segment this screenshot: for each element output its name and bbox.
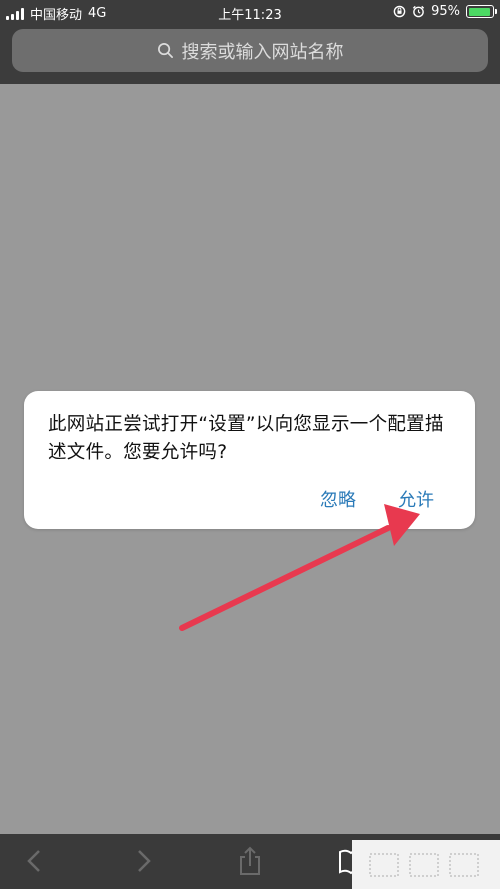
rotation-lock-icon bbox=[393, 5, 406, 18]
allow-button[interactable]: 允许 bbox=[398, 486, 434, 512]
watermark-mark bbox=[369, 852, 479, 877]
forward-icon[interactable] bbox=[128, 846, 158, 876]
battery-fill bbox=[468, 7, 491, 16]
ignore-button[interactable]: 忽略 bbox=[320, 486, 356, 512]
watermark-logo bbox=[352, 840, 500, 889]
search-icon bbox=[157, 43, 173, 58]
status-right: 95% bbox=[393, 4, 497, 19]
back-icon[interactable] bbox=[20, 846, 50, 876]
alert-message: 此网站正尝试打开“设置”以向您显示一个配置描述文件。您要允许吗? bbox=[48, 414, 444, 463]
top-chrome: 中国移动 4G 上午11:23 95% 搜索或输入网站名称 bbox=[0, 0, 500, 84]
battery-percent: 95% bbox=[431, 4, 460, 19]
share-icon[interactable] bbox=[235, 846, 265, 876]
search-input[interactable]: 搜索或输入网站名称 bbox=[12, 29, 488, 72]
search-placeholder: 搜索或输入网站名称 bbox=[181, 41, 344, 63]
status-bar: 中国移动 4G 上午11:23 95% bbox=[0, 0, 500, 26]
alarm-icon bbox=[412, 5, 425, 18]
battery-icon bbox=[466, 5, 497, 18]
